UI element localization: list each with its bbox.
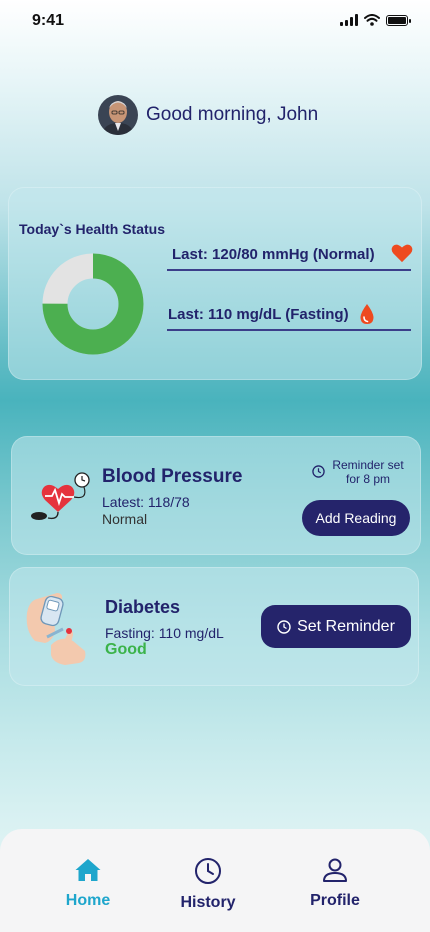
nav-item-history[interactable]: History (158, 857, 258, 912)
status-icons (340, 14, 411, 26)
bp-latest: Latest: 118/78 (102, 494, 190, 510)
clock-icon (312, 465, 325, 478)
diabetes-card[interactable]: Diabetes Fasting: 110 mg/dL Good Set Rem… (9, 567, 419, 686)
blood-pressure-card[interactable]: Blood Pressure Latest: 118/78 Normal Rem… (11, 436, 421, 555)
diabetes-title: Diabetes (105, 597, 181, 617)
glucose-meter-icon (26, 593, 86, 665)
greeting-text: Good morning, John (146, 104, 319, 125)
status-time: 9:41 (32, 12, 65, 29)
blood-pressure-monitor-icon (31, 472, 90, 520)
battery-icon (386, 14, 411, 26)
bp-reading-text: Last: 120/80 mmHg (Normal) (172, 245, 375, 263)
bp-title: Blood Pressure (102, 466, 243, 487)
heart-icon (391, 244, 413, 263)
add-reading-button[interactable]: Add Reading (302, 500, 410, 536)
diabetes-status: Good (105, 641, 147, 658)
wifi-icon (364, 14, 380, 26)
status-bar: 9:41 (0, 0, 430, 44)
greeting: Good morning, John (98, 95, 318, 135)
glucose-reading-row: Last: 110 mg/dL (Fasting) (167, 299, 411, 331)
signal-icon (340, 14, 358, 26)
nav-label-profile: Profile (310, 892, 360, 909)
reminder-line-1: Reminder set (332, 458, 404, 472)
clock-icon (277, 619, 291, 634)
health-donut-chart (42, 253, 144, 355)
nav-label-history: History (180, 894, 236, 911)
bottom-nav: Home History Profile (0, 829, 430, 932)
nav-item-home[interactable]: Home (38, 857, 138, 910)
home-icon (75, 859, 101, 881)
blood-drop-icon (360, 304, 374, 324)
nav-item-profile[interactable]: Profile (285, 857, 385, 910)
nav-label-home: Home (65, 892, 111, 909)
bp-status: Normal (102, 511, 148, 527)
set-reminder-label: Set Reminder (297, 617, 395, 635)
glucose-reading-text: Last: 110 mg/dL (Fasting) (168, 305, 349, 323)
user-icon (323, 858, 347, 882)
bp-reading-row: Last: 120/80 mmHg (Normal) (167, 239, 413, 271)
avatar[interactable] (98, 95, 138, 135)
health-status-title: Today`s Health Status (19, 221, 165, 237)
reminder-line-2: for 8 pm (345, 472, 390, 486)
set-reminder-button[interactable]: Set Reminder (261, 605, 411, 648)
diabetes-fasting: Fasting: 110 mg/dL (105, 625, 224, 641)
clock-icon (195, 858, 221, 884)
health-status-card: Today`s Health Status Last: 120/80 mmHg … (8, 187, 422, 380)
